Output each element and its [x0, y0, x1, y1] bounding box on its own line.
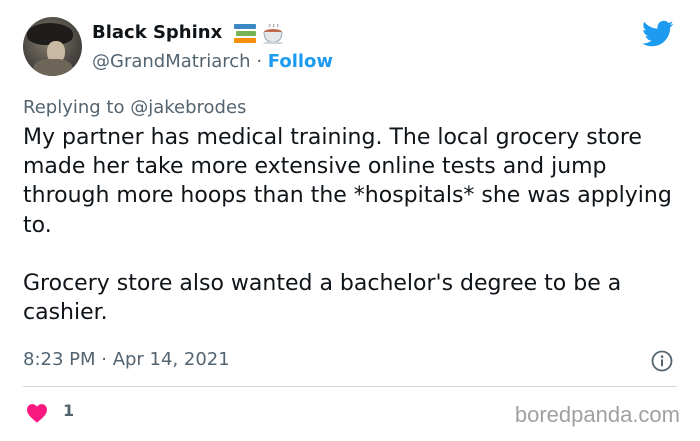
twitter-bird-icon[interactable] — [642, 20, 674, 48]
avatar-body-shape — [33, 59, 73, 76]
avatar[interactable] — [23, 17, 82, 76]
tweet-text: My partner has medical training. The loc… — [23, 123, 683, 327]
like-count: 1 — [63, 401, 75, 420]
source-watermark: boredpanda.com — [514, 402, 680, 427]
tweet-paragraph: My partner has medical training. The loc… — [23, 125, 672, 238]
heart-icon[interactable] — [26, 403, 48, 423]
replying-to-label: Replying to — [23, 97, 125, 118]
info-icon[interactable] — [651, 350, 673, 372]
books-emoji-icon — [234, 24, 258, 44]
follow-button[interactable]: Follow — [268, 51, 333, 72]
tweet-paragraph: Grocery store also wanted a bachelor's d… — [23, 271, 622, 326]
coffee-cup-emoji-icon — [263, 24, 283, 44]
separator-dot: · — [256, 51, 263, 72]
author-handle[interactable]: @GrandMatriarch — [92, 51, 251, 72]
reply-mention-link[interactable]: @jakebrodes — [130, 97, 246, 118]
author-display-name[interactable]: Black Sphinx — [92, 22, 222, 43]
tweet-card: Black Sphinx @GrandMatriarch · Follow Re… — [0, 0, 700, 441]
divider — [23, 386, 677, 387]
author-handle-line: @GrandMatriarch · Follow — [92, 51, 333, 72]
tweet-timestamp[interactable]: 8:23 PM · Apr 14, 2021 — [23, 349, 230, 370]
replying-to-line: Replying to @jakebrodes — [23, 97, 246, 118]
